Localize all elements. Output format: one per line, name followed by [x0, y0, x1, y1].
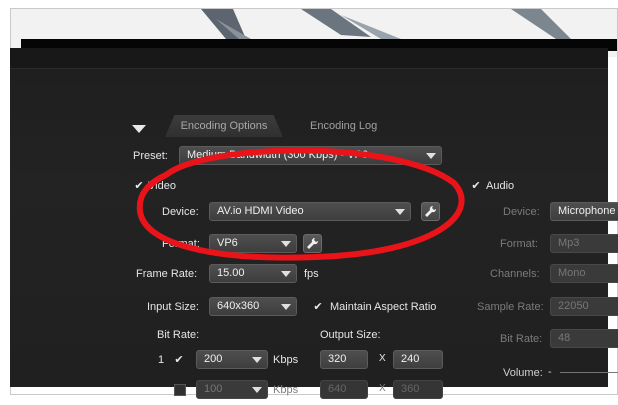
output-height-row2[interactable]: 360 [393, 380, 443, 399]
bitrate-row-index: 1 [158, 354, 165, 366]
chevron-down-icon [281, 304, 291, 310]
volume-slider[interactable] [560, 372, 618, 373]
bitrate-row1-checkbox[interactable]: ✔ [173, 354, 185, 366]
frame-rate-unit: fps [304, 268, 319, 280]
audio-checkbox[interactable]: ✔ [470, 180, 482, 192]
bitrate-row2-checkbox[interactable] [174, 384, 186, 396]
chevron-down-icon [252, 357, 262, 363]
dimension-separator: X [379, 353, 386, 364]
video-format-value: VP6 [217, 237, 238, 249]
bitrate-row1-unit: Kbps [273, 354, 299, 366]
video-format-select[interactable]: VP6 [209, 234, 297, 253]
top-band [10, 48, 608, 69]
audio-bit-rate-select[interactable]: 48 [550, 329, 618, 348]
output-width-row2[interactable]: 640 [320, 380, 368, 399]
frame-rate-value: 15.00 [217, 267, 245, 279]
video-checkbox[interactable]: ✔ [133, 180, 145, 192]
audio-bit-rate-label: Bit Rate: [500, 333, 543, 345]
video-label: Video [148, 180, 176, 192]
video-device-label: Device: [162, 206, 199, 218]
input-size-value: 640x360 [217, 300, 260, 312]
audio-format-select[interactable]: Mp3 [550, 234, 618, 253]
output-height-row1[interactable]: 240 [393, 350, 443, 369]
tab-encoding-log[interactable]: Encoding Log [310, 115, 377, 137]
bitrate-row1-select[interactable]: 200 [196, 350, 268, 369]
preset-label: Preset: [133, 150, 168, 162]
chevron-down-icon [252, 387, 262, 393]
preset-value: Medium Bandwidth (300 Kbps) - VP6 [187, 149, 368, 161]
audio-device-select[interactable]: Microphone [550, 202, 618, 221]
audio-channels-label: Channels: [490, 268, 540, 280]
bit-rate-label: Bit Rate: [157, 329, 200, 341]
audio-format-label: Format: [500, 238, 538, 250]
output-size-label: Output Size: [320, 329, 381, 341]
tab-encoding-options[interactable]: Encoding Options [165, 115, 283, 137]
audio-sample-rate-label: Sample Rate: [477, 301, 544, 313]
video-format-label: Format: [162, 238, 200, 250]
chevron-down-icon [281, 241, 291, 247]
video-device-settings-button[interactable] [421, 202, 440, 221]
audio-device-label: Device: [503, 206, 540, 218]
maintain-aspect-label: Maintain Aspect Ratio [330, 301, 437, 313]
audio-format-value: Mp3 [558, 237, 580, 249]
audio-channels-select[interactable]: Mono [550, 264, 618, 283]
audio-channels-value: Mono [558, 267, 586, 279]
input-size-label: Input Size: [147, 301, 199, 313]
chevron-down-icon [281, 271, 291, 277]
volume-min-label: - [548, 366, 552, 378]
volume-label: Volume: [503, 367, 543, 379]
bitrate-row2-unit: Kbps [273, 384, 299, 396]
video-device-select[interactable]: AV.io HDMI Video [209, 202, 411, 221]
audio-bit-rate-value: 48 [558, 332, 571, 344]
dimension-separator: X [379, 383, 386, 394]
chevron-down-icon [426, 153, 436, 159]
video-device-value: AV.io HDMI Video [217, 205, 304, 217]
input-size-select[interactable]: 640x360 [209, 297, 297, 316]
tab-bar: Encoding Options Encoding Log [10, 115, 608, 139]
preset-select[interactable]: Medium Bandwidth (300 Kbps) - VP6 [179, 146, 442, 165]
audio-label: Audio [486, 180, 515, 192]
collapse-triangle-icon[interactable] [132, 125, 146, 133]
chevron-down-icon [395, 209, 405, 215]
audio-sample-rate-value: 22050 [558, 300, 589, 312]
audio-device-value: Microphone [558, 205, 616, 217]
bitrate-row2-select[interactable]: 100 [196, 380, 268, 399]
bitrate-row1-value: 200 [204, 353, 223, 365]
audio-sample-rate-select[interactable]: 22050 [550, 297, 618, 316]
wrench-icon [307, 237, 319, 249]
frame-rate-label: Frame Rate: [136, 268, 198, 280]
maintain-aspect-checkbox[interactable]: ✔ [312, 301, 324, 313]
bitrate-row2-value: 100 [204, 383, 223, 395]
video-format-settings-button[interactable] [303, 234, 322, 253]
output-width-row1[interactable]: 320 [320, 350, 368, 369]
frame-rate-select[interactable]: 15.00 [209, 264, 297, 283]
wrench-icon [425, 205, 437, 217]
